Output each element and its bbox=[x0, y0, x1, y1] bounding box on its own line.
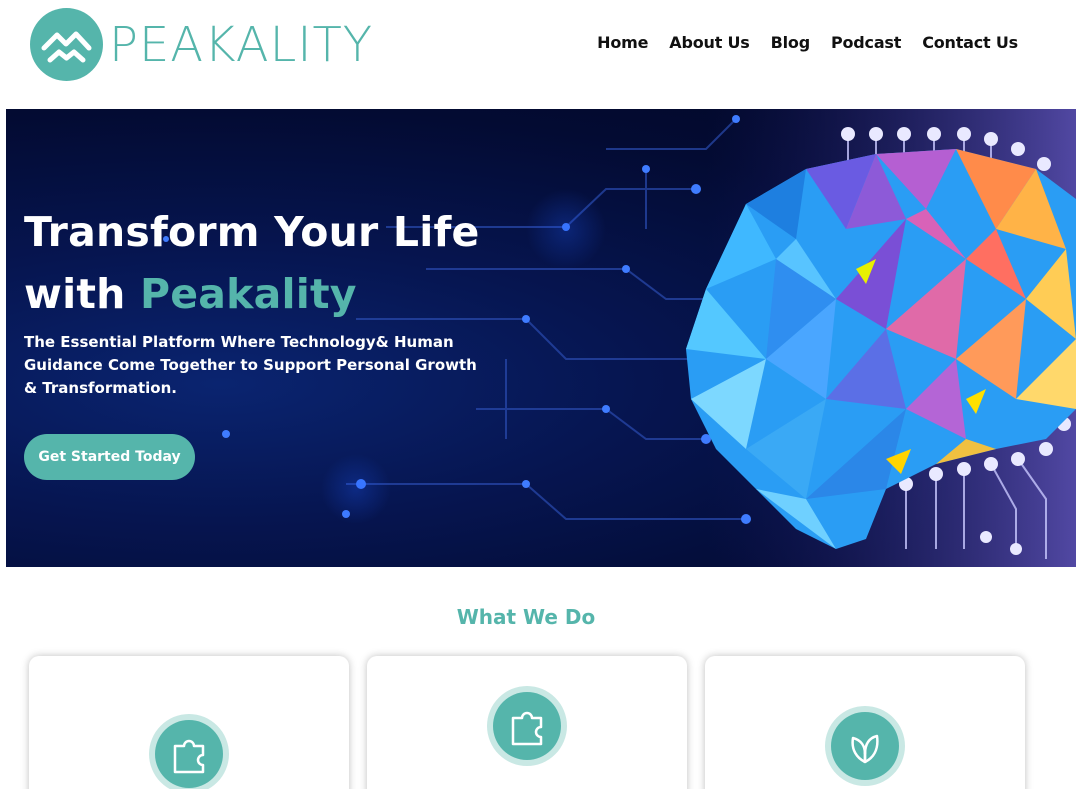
main-nav: Home About Us Blog Podcast Contact Us bbox=[597, 33, 1018, 52]
hero-title-line1: Transform Your Life bbox=[24, 208, 480, 256]
icon-badge bbox=[825, 706, 905, 786]
nav-podcast[interactable]: Podcast bbox=[831, 33, 901, 52]
puzzle-icon bbox=[511, 711, 543, 746]
nav-about-us[interactable]: About Us bbox=[669, 33, 750, 52]
hero-title: Transform Your Life with Peakality bbox=[24, 201, 480, 325]
service-card[interactable] bbox=[29, 656, 349, 789]
hero-banner: Transform Your Life with Peakality The E… bbox=[6, 109, 1076, 567]
icon-badge bbox=[149, 714, 229, 789]
leaf-icon bbox=[851, 734, 879, 764]
section-title: What We Do bbox=[456, 605, 596, 629]
get-started-button[interactable]: Get Started Today bbox=[24, 434, 195, 480]
icon-badge bbox=[487, 686, 567, 766]
mountain-logo-icon bbox=[30, 8, 103, 81]
nav-contact-us[interactable]: Contact Us bbox=[922, 33, 1018, 52]
hero-subtitle: The Essential Platform Where Technology&… bbox=[24, 333, 477, 397]
puzzle-icon bbox=[173, 739, 205, 774]
nav-blog[interactable]: Blog bbox=[771, 33, 811, 52]
site-header: PEAKALITY Home About Us Blog Podcast Con… bbox=[0, 0, 1076, 100]
brand-name: PEAKALITY bbox=[109, 16, 374, 73]
service-card[interactable] bbox=[367, 656, 687, 789]
hero-title-prefix: with bbox=[24, 270, 140, 318]
service-card[interactable] bbox=[705, 656, 1025, 789]
logo[interactable]: PEAKALITY bbox=[30, 8, 373, 81]
hero-title-accent: Peakality bbox=[140, 270, 357, 318]
nav-home[interactable]: Home bbox=[597, 33, 648, 52]
